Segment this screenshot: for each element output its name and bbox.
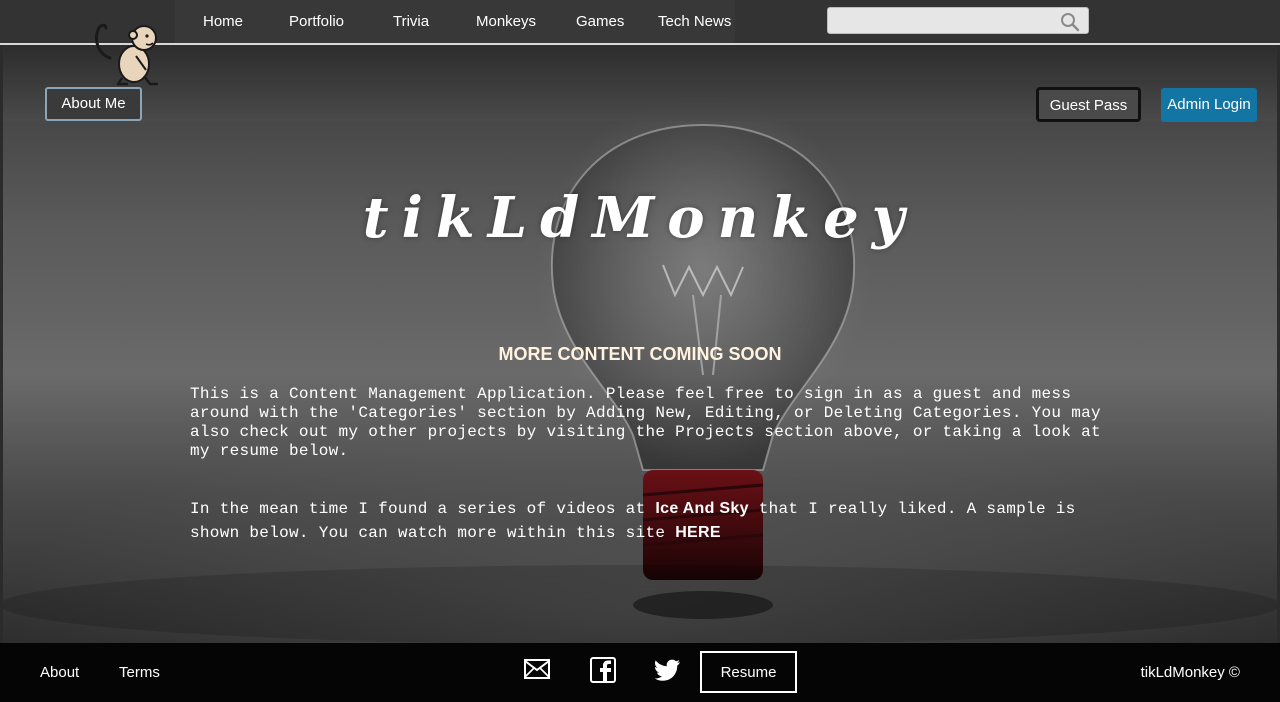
nav-monkeys[interactable]: Monkeys [476, 0, 536, 43]
guest-pass-button[interactable]: Guest Pass [1036, 87, 1141, 122]
search-box [827, 7, 1089, 34]
nav-links-background [175, 0, 735, 43]
facebook-icon[interactable] [590, 657, 616, 683]
admin-login-button[interactable]: Admin Login [1161, 88, 1257, 122]
nav-home[interactable]: Home [203, 0, 243, 43]
footer-about-link[interactable]: About [40, 643, 79, 702]
nav-tech-news[interactable]: Tech News [658, 0, 731, 43]
monkey-logo-icon[interactable] [92, 20, 166, 88]
twitter-icon[interactable] [654, 659, 681, 685]
nav-trivia[interactable]: Trivia [393, 0, 429, 43]
site-title: tikLdMonkey [362, 185, 918, 251]
search-input[interactable] [834, 11, 1058, 33]
ice-and-sky-link[interactable]: Ice And Sky [655, 500, 748, 517]
copyright-text: tikLdMonkey © [1140, 664, 1240, 681]
about-me-button[interactable]: About Me [45, 87, 142, 121]
videos-paragraph: In the mean time I found a series of vid… [190, 497, 1110, 545]
mail-icon[interactable] [524, 659, 550, 685]
hero-section: About Me Guest Pass Admin Login tikLdMon… [3, 45, 1277, 643]
footer: About Terms Resume tikLdMonkey © [0, 643, 1280, 702]
top-navigation-bar: Home Portfolio Trivia Monkeys Games Tech… [0, 0, 1280, 45]
resume-button[interactable]: Resume [700, 651, 797, 693]
nav-games[interactable]: Games [576, 0, 624, 43]
search-icon[interactable] [1060, 12, 1080, 32]
intro-paragraph: This is a Content Management Application… [190, 385, 1101, 460]
videos-text-start: In the mean time I found a series of vid… [190, 500, 656, 518]
coming-soon-heading: MORE CONTENT COMING SOON [498, 344, 782, 364]
nav-portfolio[interactable]: Portfolio [289, 0, 344, 43]
here-link[interactable]: HERE [675, 524, 721, 541]
footer-terms-link[interactable]: Terms [119, 643, 160, 702]
